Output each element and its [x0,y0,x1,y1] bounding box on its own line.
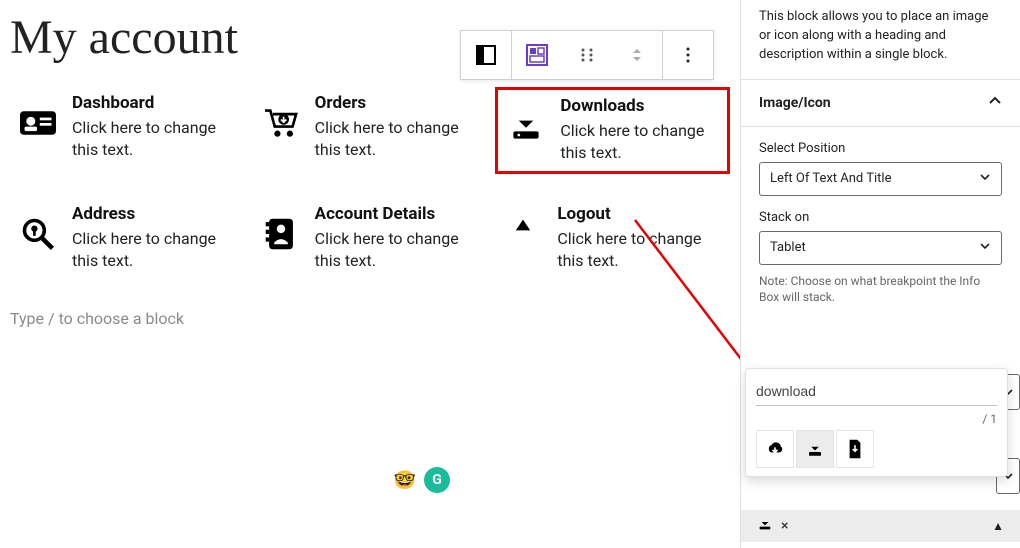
info-box-logout[interactable]: Logout Click here to change this text. [495,198,730,279]
icon-result-cloud-download[interactable] [756,430,794,468]
icon-result-download[interactable] [796,430,834,468]
nerd-face-icon[interactable]: 🤓 [392,467,418,493]
more-options-btn[interactable] [663,30,713,80]
info-box-account-details[interactable]: Account Details Click here to change thi… [253,198,488,279]
info-box-grid: Dashboard Click here to change this text… [10,87,730,279]
info-box-title[interactable]: Logout [557,204,724,224]
icon-picker-popup: / 1 [745,368,1008,477]
remove-icon-btn[interactable]: × [781,518,788,534]
info-box-title[interactable]: Downloads [560,96,721,116]
info-box-orders[interactable]: Orders Click here to change this text. [253,87,488,174]
select-parent-btn[interactable] [512,30,562,80]
select-value: Tablet [770,240,806,255]
panel-title: Image/Icon [759,95,831,111]
floating-badges: 🤓 G [392,467,450,493]
info-box-desc[interactable]: Click here to change this text. [557,228,724,273]
select-position[interactable]: Left Of Text And Title [759,162,1002,196]
info-box-desc[interactable]: Click here to change this text. [315,228,482,273]
info-box-title[interactable]: Account Details [315,204,482,224]
info-box-dashboard[interactable]: Dashboard Click here to change this text… [10,87,245,174]
info-box-title[interactable]: Dashboard [72,93,239,113]
info-box-desc[interactable]: Click here to change this text. [72,117,239,162]
chevron-up-icon [988,94,1002,112]
editor-canvas: My account [0,0,740,548]
cart-download-icon [259,93,303,153]
label-stack-on: Stack on [759,210,1002,225]
add-block-prompt[interactable]: Type / to choose a block [10,309,730,328]
note-stack-on: Note: Choose on what breakpoint the Info… [759,273,1002,307]
arrow-up-icon [501,204,545,264]
label-select-position: Select Position [759,141,1002,156]
selected-icon-bar: × ▲ [741,510,1020,542]
panel-body: Select Position Left Of Text And Title S… [741,127,1020,321]
selected-icon-preview [757,517,773,535]
block-toolbar [460,30,714,80]
move-up-down-btn[interactable] [612,30,662,80]
address-book-icon [259,204,303,264]
info-box-downloads[interactable]: Downloads Click here to change this text… [495,87,730,174]
chevron-down-icon [979,240,991,256]
block-description: This block allows you to place an image … [741,0,1020,79]
icon-search-input[interactable] [756,377,997,406]
info-box-title[interactable]: Orders [315,93,482,113]
panel-image-icon[interactable]: Image/Icon [741,79,1020,127]
info-box-title[interactable]: Address [72,204,239,224]
settings-sidebar: This block allows you to place an image … [740,0,1020,548]
collapse-panel-icon[interactable]: ▲ [992,519,1004,533]
select-stack-on[interactable]: Tablet [759,231,1002,265]
drag-handle-btn[interactable] [562,30,612,80]
chevron-down-icon [979,171,991,187]
icon-pager-info: / 1 [982,412,997,426]
select-value: Left Of Text And Title [770,171,891,186]
search-location-icon [16,204,60,264]
block-type-btn[interactable] [461,30,511,80]
id-card-icon [16,93,60,153]
info-box-desc[interactable]: Click here to change this text. [72,228,239,273]
icon-results [756,430,997,468]
info-box-address[interactable]: Address Click here to change this text. [10,198,245,279]
info-box-desc[interactable]: Click here to change this text. [560,120,721,165]
grammarly-badge-icon[interactable]: G [424,467,450,493]
info-box-desc[interactable]: Click here to change this text. [315,117,482,162]
icon-result-file-download[interactable] [836,430,874,468]
download-icon [504,96,548,156]
